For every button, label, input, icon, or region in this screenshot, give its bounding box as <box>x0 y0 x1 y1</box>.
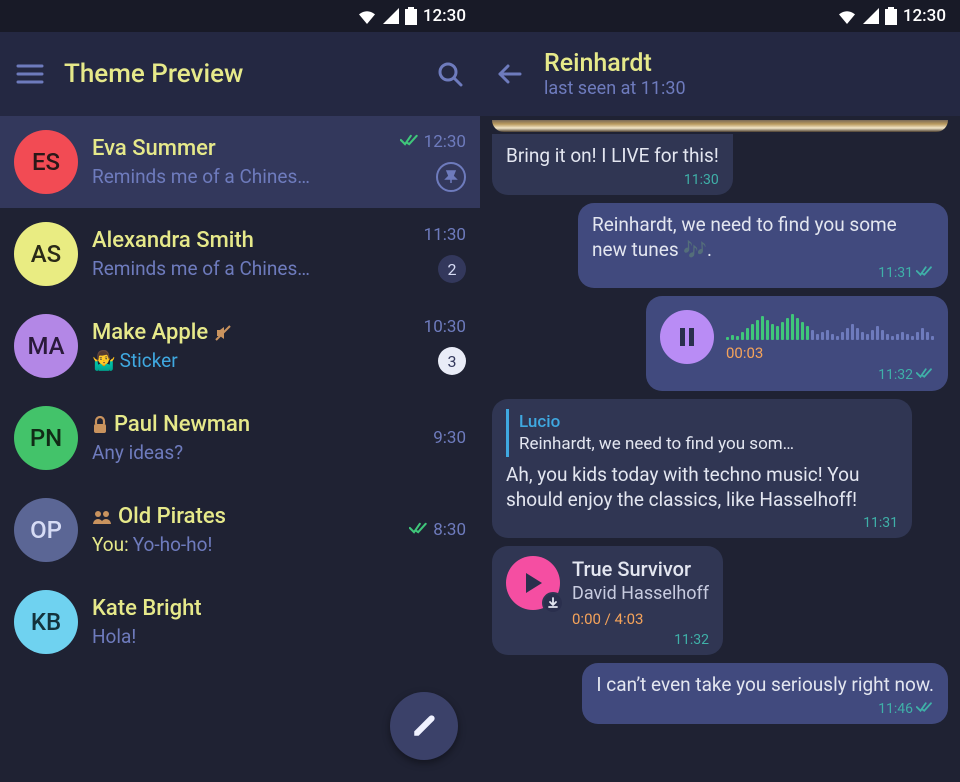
chat-name: Old Pirates <box>118 504 226 529</box>
pinned-icon <box>436 162 466 192</box>
chat-name: Eva Summer <box>92 136 216 161</box>
message-out[interactable]: Reinhardt, we need to find you some new … <box>578 203 948 289</box>
message-time: 11:32 <box>660 366 934 384</box>
avatar: ES <box>14 130 78 194</box>
status-time: 12:30 <box>423 6 466 26</box>
chat-preview: 🤷‍♂️ Sticker <box>92 349 410 372</box>
chat-time: 10:30 <box>424 317 466 337</box>
chat-preview: You: Yo-ho-ho! <box>92 533 395 556</box>
message-text: Ah, you kids today with techno music! Yo… <box>506 463 898 512</box>
download-icon[interactable] <box>542 592 564 614</box>
pencil-icon <box>411 713 437 739</box>
message-list: Bring it on! I LIVE for this! 11:30 Rein… <box>480 116 960 782</box>
unread-badge: 2 <box>438 255 466 283</box>
chat-name: Make Apple <box>92 320 208 345</box>
track-artist: David Hasselhoff <box>572 582 709 605</box>
message-text: Reinhardt, we need to find you some new … <box>592 213 934 262</box>
chat-time: 12:30 <box>400 132 466 152</box>
message-time: 11:30 <box>506 171 719 189</box>
conversation-subtitle: last seen at 11:30 <box>544 78 946 99</box>
chat-time: 9:30 <box>433 428 466 448</box>
avatar: MA <box>14 314 78 378</box>
chat-list: ES Eva Summer Reminds me of a Chines… 12… <box>0 116 480 782</box>
group-icon <box>92 509 112 525</box>
unread-badge: 3 <box>438 347 466 375</box>
message-text: Bring it on! I LIVE for this! <box>506 144 719 169</box>
message-in[interactable]: Bring it on! I LIVE for this! 11:30 <box>492 134 733 195</box>
track-title: True Survivor <box>572 556 709 582</box>
double-check-icon <box>916 264 934 282</box>
status-bar: 12:30 <box>0 0 480 32</box>
chat-item[interactable]: OP Old Pirates You: Yo-ho-ho! 8:30 <box>0 484 480 576</box>
waveform[interactable] <box>726 312 934 340</box>
message-time: 11:46 <box>596 700 934 718</box>
chat-preview: Reminds me of a Chines… <box>92 165 386 188</box>
avatar: AS <box>14 222 78 286</box>
chat-name: Kate Bright <box>92 596 202 621</box>
chat-name: Alexandra Smith <box>92 228 254 253</box>
chat-list-pane: 12:30 Theme Preview ES Eva Summer Remind… <box>0 0 480 782</box>
chat-time: 11:30 <box>424 225 466 245</box>
double-check-icon <box>916 366 934 384</box>
double-check-icon <box>409 520 429 540</box>
message-time: 11:31 <box>592 264 934 282</box>
reply-preview[interactable]: Lucio Reinhardt, we need to find you som… <box>506 409 898 457</box>
message-text: I can’t even take you seriously right no… <box>596 673 934 698</box>
pause-button[interactable] <box>660 310 714 364</box>
chat-item[interactable]: KB Kate Bright Hola! <box>0 576 480 668</box>
signal-icon <box>863 8 879 24</box>
menu-button[interactable] <box>14 58 46 90</box>
chat-preview: Any ideas? <box>92 441 419 464</box>
search-button[interactable] <box>434 58 466 90</box>
battery-icon <box>405 7 417 25</box>
back-button[interactable] <box>494 58 526 90</box>
avatar: KB <box>14 590 78 654</box>
wifi-icon <box>837 8 857 24</box>
avatar: PN <box>14 406 78 470</box>
chat-item[interactable]: PN Paul Newman Any ideas? 9:30 <box>0 392 480 484</box>
message-audio[interactable]: True Survivor David Hasselhoff 0:00 / 4:… <box>492 546 723 655</box>
chat-item[interactable]: MA Make Apple 🤷‍♂️ Sticker 10:30 3 <box>0 300 480 392</box>
app-bar: Theme Preview <box>0 32 480 116</box>
wifi-icon <box>357 8 377 24</box>
page-title: Theme Preview <box>64 59 416 89</box>
message-time: 11:31 <box>506 514 898 532</box>
image-attachment[interactable] <box>492 120 948 132</box>
status-time: 12:30 <box>903 6 946 26</box>
chat-preview: Hola! <box>92 625 452 648</box>
battery-icon <box>885 7 897 25</box>
message-out[interactable]: I can’t even take you seriously right no… <box>582 663 948 724</box>
status-bar: 12:30 <box>480 0 960 32</box>
message-voice[interactable]: 00:03 11:32 <box>646 296 948 390</box>
conversation-title: Reinhardt <box>544 49 946 78</box>
chat-item[interactable]: AS Alexandra Smith Reminds me of a Chine… <box>0 208 480 300</box>
signal-icon <box>383 8 399 24</box>
double-check-icon <box>916 700 934 718</box>
message-in[interactable]: Lucio Reinhardt, we need to find you som… <box>492 399 912 539</box>
play-icon <box>522 571 544 595</box>
lock-icon <box>92 416 108 434</box>
double-check-icon <box>400 132 420 152</box>
chat-time: 8:30 <box>409 520 466 540</box>
conversation-pane: 12:30 Reinhardt last seen at 11:30 Bring… <box>480 0 960 782</box>
track-duration: 0:00 / 4:03 <box>572 610 709 630</box>
chat-name: Paul Newman <box>114 412 250 437</box>
message-time: 11:32 <box>506 631 709 649</box>
muted-icon <box>214 324 232 342</box>
chat-header: Reinhardt last seen at 11:30 <box>480 32 960 116</box>
pause-icon <box>678 326 696 348</box>
avatar: OP <box>14 498 78 562</box>
chat-preview: Reminds me of a Chines… <box>92 257 410 280</box>
compose-button[interactable] <box>390 692 458 760</box>
voice-duration: 00:03 <box>726 344 934 364</box>
chat-item[interactable]: ES Eva Summer Reminds me of a Chines… 12… <box>0 116 480 208</box>
play-button[interactable] <box>506 556 560 610</box>
